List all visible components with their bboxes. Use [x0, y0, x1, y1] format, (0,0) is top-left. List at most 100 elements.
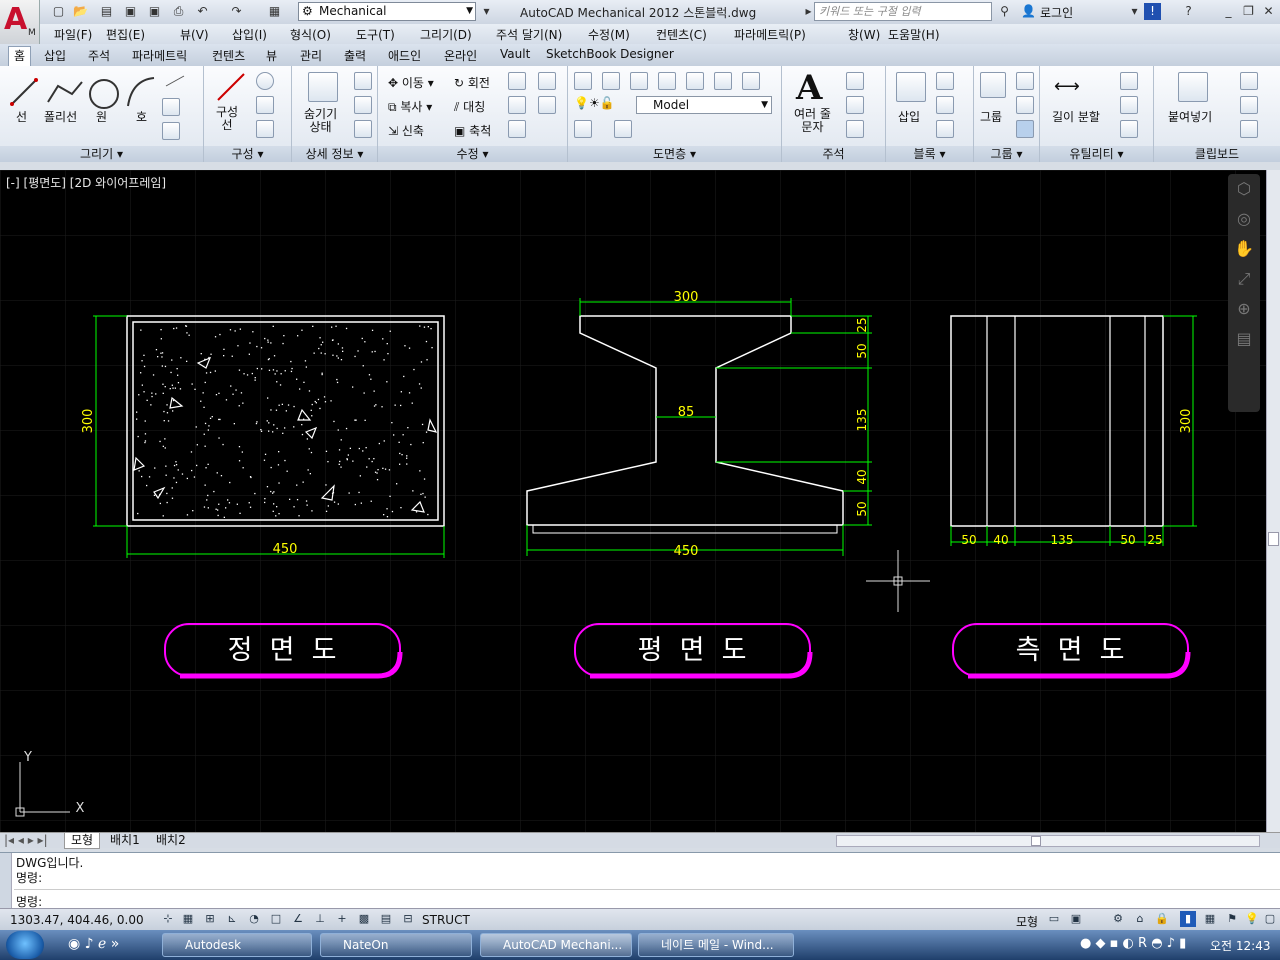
ribbon-tab[interactable]: 온라인 [444, 47, 477, 64]
start-button[interactable] [6, 931, 44, 959]
tab-nav-arrows[interactable]: |◂ ◂ ▸ ▸| [4, 833, 48, 848]
ducs-icon[interactable]: ⊥ [312, 911, 328, 927]
erase-construct-icon[interactable] [256, 120, 274, 138]
tab-layout2[interactable]: 배치2 [152, 833, 190, 848]
group-icon[interactable] [980, 72, 1006, 98]
dyn-icon[interactable]: + [334, 911, 350, 927]
menu-item[interactable]: 그리기(D) [420, 26, 472, 43]
command-window[interactable]: DWG입니다. 명령: 명령: [0, 852, 1280, 909]
cut-icon[interactable] [1240, 72, 1258, 90]
detail-tool-icon[interactable] [354, 96, 372, 114]
layer-tool-icon[interactable] [630, 72, 648, 90]
block-tool-icon[interactable] [936, 72, 954, 90]
dimension-icon[interactable] [846, 72, 864, 90]
lock-icon[interactable]: 🔒 [1154, 911, 1170, 927]
ribbon-tab[interactable]: 출력 [344, 47, 366, 64]
ribbon-tab[interactable]: SketchBook Designer [546, 47, 674, 61]
polar-icon[interactable]: ◔ [246, 911, 262, 927]
workspace-dropdown[interactable]: ⚙ Mechanical ▼ [298, 2, 476, 21]
tab-layout1[interactable]: 배치1 [106, 833, 144, 848]
array-icon[interactable] [508, 72, 526, 90]
new-icon[interactable]: ▢ [50, 3, 67, 20]
infer-constraints-icon[interactable]: ⊹ [160, 911, 176, 927]
ribbon-tab[interactable]: 파라메트릭 [132, 47, 187, 64]
redo-icon[interactable]: ↷ [228, 3, 245, 20]
minimize-icon[interactable]: _ [1220, 3, 1237, 20]
arc-tool-label[interactable]: 호 [136, 108, 147, 125]
hide-situation-icon[interactable] [308, 72, 338, 102]
layer-tool-icon[interactable] [714, 72, 732, 90]
copy-icon[interactable] [1240, 96, 1258, 114]
ortho-icon[interactable]: ⊾ [224, 911, 240, 927]
rect-select-icon[interactable] [256, 96, 274, 114]
table-icon[interactable] [846, 120, 864, 138]
mirror-button[interactable]: ⫽ 대칭 [454, 98, 485, 115]
mtext-icon[interactable]: A [796, 68, 822, 108]
quick-view-layouts-icon[interactable]: ▭ [1046, 911, 1062, 927]
layer-tool-icon[interactable] [742, 72, 760, 90]
menu-item[interactable]: 도구(T) [356, 26, 395, 43]
otrack-icon[interactable]: ∠ [290, 911, 306, 927]
magnet-icon[interactable] [1120, 96, 1138, 114]
undo-icon[interactable]: ↶ [194, 3, 211, 20]
hscroll-thumb[interactable] [1031, 836, 1041, 846]
osnap-icon[interactable]: □ [268, 911, 284, 927]
quick-properties-icon[interactable]: ⊟ [400, 911, 416, 927]
snap-icon[interactable]: ▦ [180, 911, 196, 927]
ribbon-tab[interactable]: 뷰 [266, 47, 277, 64]
grid-icon[interactable]: ⊞ [202, 911, 218, 927]
lineweight-icon[interactable]: ▩ [356, 911, 372, 927]
taskbar-item-nateon[interactable]: NateOn [320, 933, 472, 957]
panel-title-group[interactable]: 그룹 ▾ [974, 146, 1039, 162]
menu-item[interactable]: 컨텐츠(C) [656, 26, 707, 43]
rotate-button[interactable]: ↻ 회전 [454, 74, 490, 91]
open-icon[interactable]: 📂 [72, 3, 89, 20]
quick-view-drawings-icon[interactable]: ▣ [1068, 911, 1084, 927]
taskbar-item-mail[interactable]: 네이트 메일 - Wind... [638, 933, 794, 957]
layer-dropdown[interactable]: Model ▼ [636, 96, 772, 114]
exchange-icon[interactable]: ! [1144, 3, 1161, 20]
ribbon-tab[interactable]: 삽입 [44, 47, 66, 64]
menu-item[interactable]: 파일(F) [54, 26, 92, 43]
layer-properties-icon[interactable] [574, 72, 592, 90]
horizontal-scrollbar[interactable] [836, 835, 1260, 847]
save-as-icon[interactable]: ▣ [146, 3, 163, 20]
menu-item[interactable]: 뷰(V) [180, 26, 209, 43]
struct-toggle[interactable]: STRUCT [422, 913, 470, 927]
hardware-acceleration-icon[interactable]: ▦ [1202, 911, 1218, 927]
ribbon-tab[interactable]: 컨텐츠 [212, 47, 245, 64]
measure-icon[interactable]: ⟷ [1054, 76, 1080, 97]
paste-label[interactable]: 붙여넣기 [1168, 108, 1212, 125]
layer-tool-icon[interactable] [686, 72, 704, 90]
divide-label[interactable]: 길이 분할 [1052, 108, 1100, 125]
drawing-canvas[interactable]: 450 300 300 85 450 25 50 135 40 50 50 40… [0, 170, 1266, 832]
line-tool-label[interactable]: 선 [16, 108, 27, 125]
layer-state-icon[interactable] [574, 120, 592, 138]
panel-title-annotation[interactable]: 주석 [782, 146, 885, 162]
stretch-button[interactable]: ⇲ 신축 [388, 122, 424, 139]
model-space-toggle[interactable]: 모형 [1016, 913, 1038, 930]
panel-title-clipboard[interactable]: 클립보드 [1154, 146, 1280, 162]
annotation-scale-icon[interactable]: ⚙ [1110, 911, 1126, 927]
panel-title-construct[interactable]: 구성 ▾ [204, 146, 291, 162]
move-button[interactable]: ✥ 이동 ▾ [388, 74, 434, 91]
ribbon-tab[interactable]: 애드인 [388, 47, 421, 64]
menu-item[interactable]: 주석 달기(N) [496, 26, 562, 43]
utility-tool-icon[interactable] [1120, 72, 1138, 90]
menu-item[interactable]: 삽입(I) [232, 26, 267, 43]
group-tool-icon[interactable] [1016, 96, 1034, 114]
polyline-tool-label[interactable]: 폴리선 [44, 108, 77, 125]
ribbon-tab[interactable]: Vault [500, 47, 530, 61]
detail-tool-icon[interactable] [354, 120, 372, 138]
detail-tool-icon[interactable] [354, 72, 372, 90]
tab-model[interactable]: 모형 [64, 833, 101, 849]
copy-button[interactable]: ⧉ 복사 ▾ [388, 98, 432, 115]
menu-item[interactable]: 수정(M) [588, 26, 630, 43]
coordinate-readout[interactable]: 1303.47, 404.46, 0.00 [10, 913, 144, 927]
match-properties-icon[interactable] [1240, 120, 1258, 138]
trim-icon[interactable] [508, 96, 526, 114]
viewport-controls-label[interactable]: [-] [평면도] [2D 와이어프레임] [6, 174, 166, 191]
folder-icon[interactable]: ▤ [98, 3, 115, 20]
menu-item[interactable]: 형식(O) [290, 26, 331, 43]
menu-item[interactable]: 도움말(H) [888, 26, 940, 43]
